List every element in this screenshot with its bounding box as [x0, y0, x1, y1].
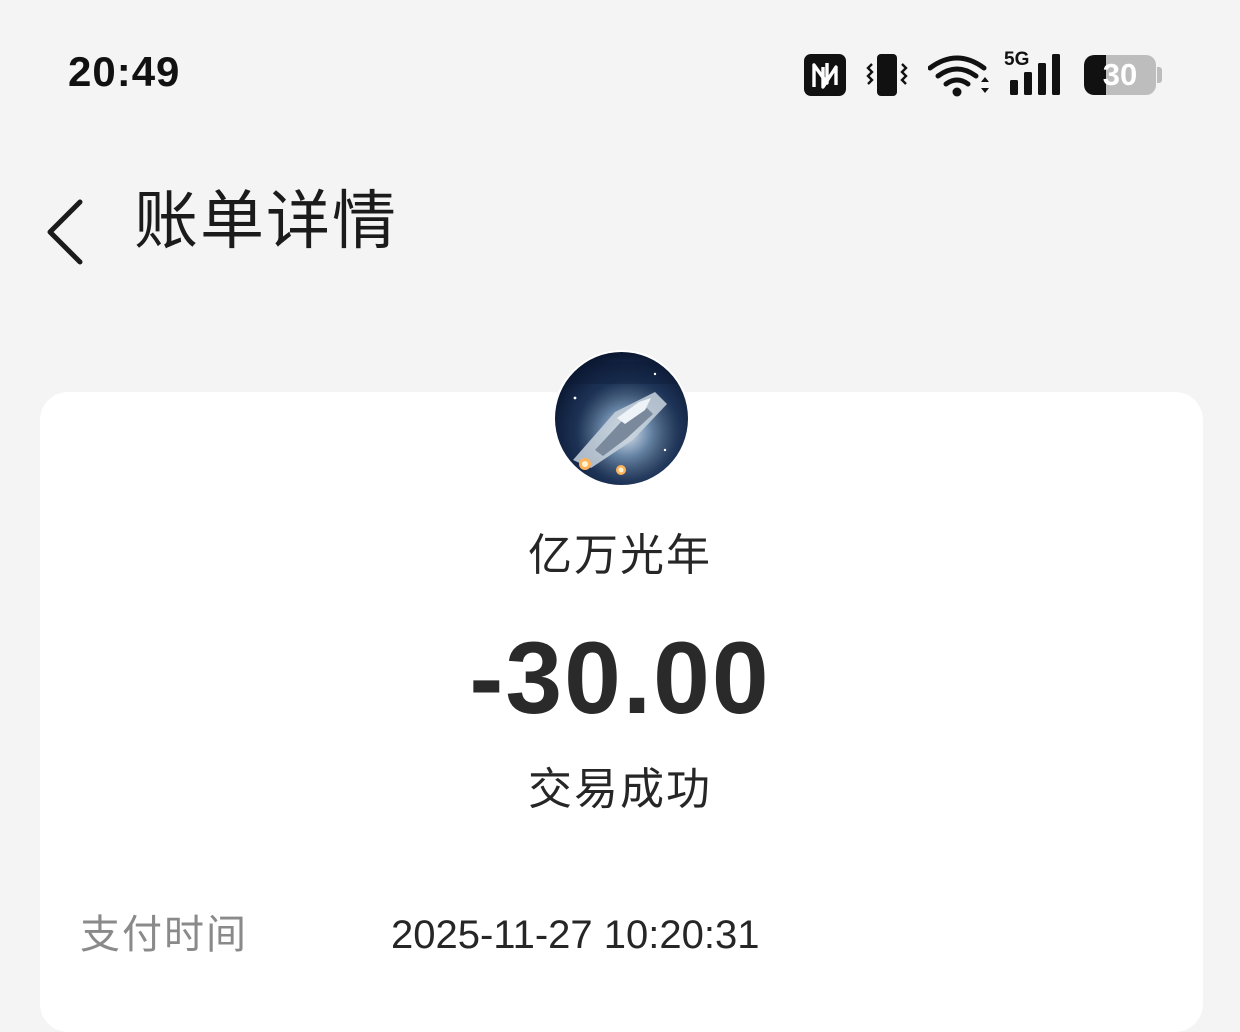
- status-bar: 20:49 5G 30: [0, 0, 1240, 140]
- status-time: 20:49: [68, 48, 181, 95]
- chevron-left-icon: [47, 199, 83, 265]
- status-icons: 5G 30: [800, 50, 1170, 100]
- wifi-icon: [928, 55, 989, 97]
- transaction-status: 交易成功: [528, 764, 712, 815]
- nav-bar: 账单详情: [0, 170, 1240, 280]
- battery-icon: 30: [1084, 55, 1156, 95]
- payment-time-label: 支付时间: [80, 912, 248, 958]
- detail-row-payment-time: 支付时间 2025-11-27 10:20:31: [80, 906, 1180, 966]
- nfc-icon: [804, 54, 846, 96]
- transaction-amount: -30.00: [469, 621, 771, 735]
- vibrate-icon: [866, 54, 908, 96]
- payment-time-value: 2025-11-27 10:20:31: [391, 913, 760, 957]
- merchant-name: 亿万光年: [528, 530, 712, 581]
- merchant-avatar[interactable]: [555, 352, 688, 485]
- spaceship-image: [563, 362, 680, 482]
- page-title: 账单详情: [134, 185, 398, 259]
- battery-level: 30: [1102, 57, 1138, 92]
- cellular-5g-icon: 5G: [1004, 50, 1068, 98]
- back-button[interactable]: [30, 180, 110, 270]
- battery-tip: [1157, 67, 1162, 83]
